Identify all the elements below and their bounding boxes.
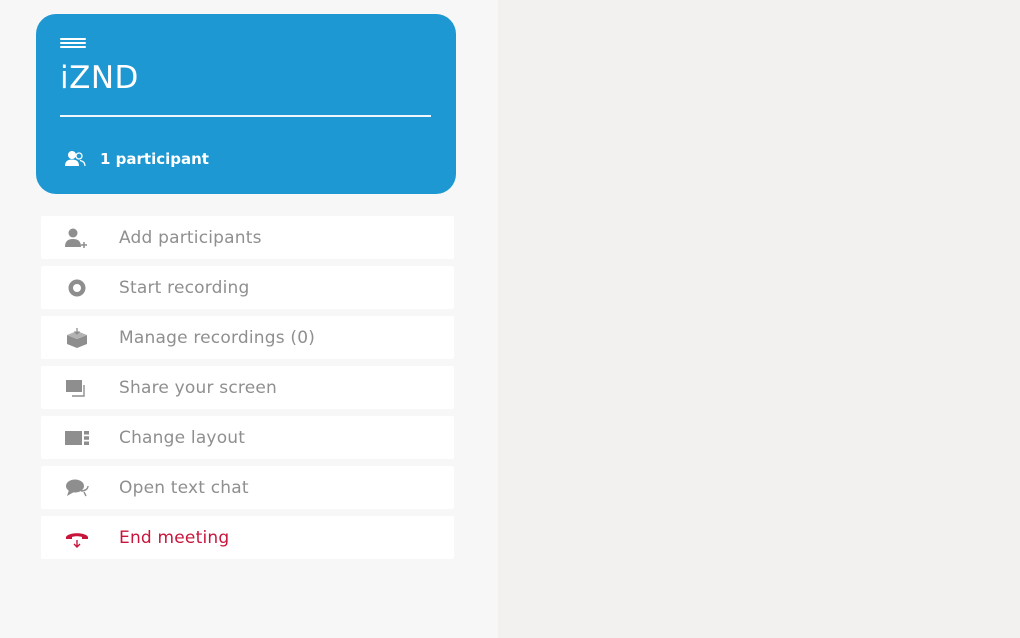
- hamburger-menu-icon[interactable]: [60, 38, 88, 56]
- room-title: iZND: [60, 60, 139, 96]
- hangup-icon: [64, 527, 90, 549]
- add-user-icon: [64, 227, 90, 249]
- change-layout-label: Change layout: [119, 427, 246, 448]
- recordings-box-icon: [64, 327, 90, 349]
- start-recording-button[interactable]: Start recording: [41, 266, 454, 309]
- end-meeting-button[interactable]: End meeting: [41, 516, 454, 559]
- manage-recordings-label: Manage recordings (0): [119, 327, 316, 348]
- add-participants-button[interactable]: Add participants: [41, 216, 454, 259]
- meeting-header-card: iZND 1 participant: [36, 14, 456, 194]
- participant-count[interactable]: 1 participant: [64, 150, 209, 168]
- share-screen-label: Share your screen: [119, 377, 278, 398]
- end-meeting-label: End meeting: [119, 527, 230, 548]
- open-chat-label: Open text chat: [119, 477, 249, 498]
- participant-count-label: 1 participant: [100, 150, 209, 168]
- record-icon: [64, 277, 90, 299]
- sidebar: iZND 1 participant Add participants Star…: [0, 0, 498, 638]
- participants-icon: [64, 150, 86, 168]
- screen-share-icon: [64, 377, 90, 399]
- share-screen-button[interactable]: Share your screen: [41, 366, 454, 409]
- action-menu: Add participants Start recording Manage …: [41, 216, 454, 566]
- header-divider: [60, 115, 431, 117]
- change-layout-button[interactable]: Change layout: [41, 416, 454, 459]
- manage-recordings-button[interactable]: Manage recordings (0): [41, 316, 454, 359]
- start-recording-label: Start recording: [119, 277, 250, 298]
- chat-icon: [64, 477, 90, 499]
- video-stage: [498, 0, 1020, 638]
- layout-icon: [64, 427, 90, 449]
- open-chat-button[interactable]: Open text chat: [41, 466, 454, 509]
- add-participants-label: Add participants: [119, 227, 262, 248]
